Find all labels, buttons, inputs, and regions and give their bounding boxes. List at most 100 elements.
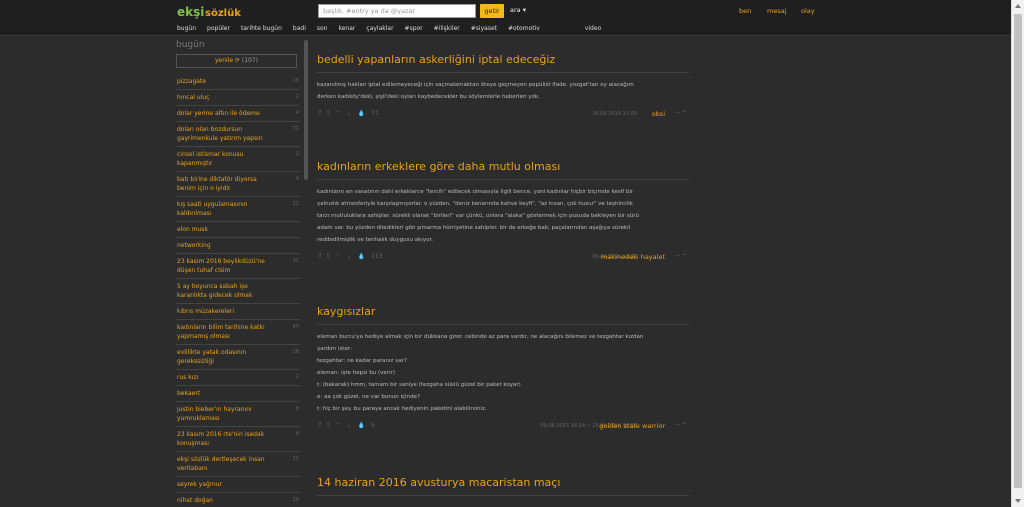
entry-author[interactable]: golden state warrior bbox=[599, 422, 665, 430]
entry-date[interactable]: 16.08.2015 11:00 bbox=[592, 111, 637, 117]
topic-count: 10 bbox=[292, 497, 299, 503]
more-options-icon[interactable]: ··· ⌃ bbox=[674, 253, 687, 260]
topic-title: hıncal uluç bbox=[177, 94, 210, 101]
page-scrollbar[interactable] bbox=[1011, 0, 1024, 507]
entry-line: kadınların en vasatının dahi erkeklerce … bbox=[317, 189, 634, 195]
downvote-icon[interactable]: ⌄ bbox=[347, 422, 352, 429]
nav-tarihte-bugun[interactable]: tarihte bugün bbox=[241, 25, 282, 32]
nav-siyaset[interactable]: #siyaset bbox=[471, 25, 497, 32]
nav-son[interactable]: son bbox=[317, 25, 328, 32]
sidebar: bugün yenile ⟳ (107) pizzagate 15 hıncal u… bbox=[176, 40, 300, 507]
link-ben[interactable]: ben bbox=[739, 7, 751, 15]
entry-footer: f t ⌃ ⌄ 💧 113 09.04.2016 11:22 makinedeki hayal… bbox=[317, 252, 689, 264]
entry: kadınların erkeklere göre daha mutlu olm… bbox=[317, 160, 689, 264]
favorite-icon[interactable]: 💧 bbox=[358, 253, 365, 260]
twitter-icon[interactable]: t bbox=[327, 110, 329, 117]
nav-video[interactable]: video bbox=[585, 25, 601, 32]
entry-line: t: hiç bir şey. bu paraya ancak hediyeni… bbox=[317, 406, 487, 412]
sidebar-topic[interactable]: 5 ay boyunca sabah işe karanlıkta gidece… bbox=[176, 279, 300, 304]
entry-author[interactable]: makinedeki hayalet bbox=[601, 253, 665, 261]
favorite-count: 113 bbox=[371, 253, 383, 260]
entry-line: yalnızlık atmosferiyle karşılaşmıyorlar.… bbox=[317, 201, 633, 207]
sidebar-title: bugün bbox=[176, 40, 205, 50]
sidebar-topic[interactable]: cinsel istismar konusu kapanmıştır 2 bbox=[176, 147, 300, 172]
sidebar-topic[interactable]: rus kızı 2 bbox=[176, 370, 300, 386]
sidebar-topic[interactable]: elon musk bbox=[176, 222, 300, 238]
sidebar-topic[interactable]: pizzagate 15 bbox=[176, 74, 300, 90]
nav-otomotiv[interactable]: #otomotiv bbox=[508, 25, 540, 32]
sidebar-topic[interactable]: kadınların bilim tarihine katkı yapmamış… bbox=[176, 320, 300, 345]
nav-badi[interactable]: badi bbox=[293, 25, 306, 32]
twitter-icon[interactable]: t bbox=[327, 422, 329, 429]
entry-title[interactable]: kadınların erkeklere göre daha mutlu olm… bbox=[317, 160, 689, 180]
entry-actions: f t ⌃ ⌄ 💧 5 bbox=[319, 422, 381, 429]
entry-title[interactable]: 14 haziran 2016 avusturya macaristan maç… bbox=[317, 476, 689, 496]
sidebar-topic[interactable]: evlilikte yatak odasının gerekssizliği 18 bbox=[176, 345, 300, 370]
sidebar-topic[interactable]: bekaert bbox=[176, 386, 300, 402]
entry-line: reddedilmişlik ve tenhalık duygusu akıyo… bbox=[317, 237, 433, 243]
entry-title[interactable]: kaygısızlar bbox=[317, 305, 689, 325]
topic-title: batı birine diktatör diyorsa benim için … bbox=[177, 176, 257, 192]
sidebar-topic[interactable]: nihat doğan 10 bbox=[176, 493, 300, 507]
sidebar-scrollbar[interactable] bbox=[304, 40, 308, 180]
topic-title: networking bbox=[177, 242, 211, 249]
sidebar-topic[interactable]: 23 kasım 2016 rte'nin isedak konuşması 4 bbox=[176, 427, 300, 452]
nav-spor[interactable]: #spor bbox=[405, 25, 423, 32]
downvote-icon[interactable]: ⌄ bbox=[347, 253, 352, 260]
sidebar-topic[interactable]: justin bieber'ın hayranını yumruklaması 8 bbox=[176, 402, 300, 427]
topic-count: 71 bbox=[292, 126, 299, 132]
entry-title[interactable]: bedelli yapanların askerliğini iptal ede… bbox=[317, 53, 689, 73]
nav-kenar[interactable]: kenar bbox=[338, 25, 355, 32]
refresh-button[interactable]: yenile ⟳ (107) bbox=[176, 54, 297, 68]
search-button[interactable]: getir bbox=[480, 4, 504, 18]
entry-content: kazanılmış hakları iptal edilemeyeceği i… bbox=[317, 79, 689, 103]
search-menu-dropdown[interactable]: ara ▾ bbox=[510, 6, 526, 14]
upvote-icon[interactable]: ⌃ bbox=[335, 253, 340, 260]
sidebar-topic[interactable]: doları olan bozdursun gayrimenkule yatır… bbox=[176, 122, 300, 147]
entry-line: yardım ister: bbox=[317, 346, 352, 352]
nav-caylaklar[interactable]: çaylaklar bbox=[366, 25, 393, 32]
more-options-icon[interactable]: ··· ⌃ bbox=[674, 110, 687, 117]
sidebar-topic[interactable]: hıncal uluç 2 bbox=[176, 90, 300, 106]
downvote-icon[interactable]: ⌄ bbox=[347, 110, 352, 117]
topic-count: 4 bbox=[295, 176, 299, 182]
facebook-icon[interactable]: f bbox=[319, 422, 321, 429]
upvote-icon[interactable]: ⌃ bbox=[335, 110, 340, 117]
scroll-down-icon[interactable] bbox=[1015, 499, 1021, 503]
nav-iliskiler[interactable]: #ilişkiler bbox=[434, 25, 460, 32]
site-logo[interactable]: ekşi sözlük bbox=[176, 2, 246, 20]
sidebar-topic[interactable]: ekşi sözlük dertleşecek insan veritabanı… bbox=[176, 452, 300, 477]
link-olay[interactable]: olay bbox=[801, 7, 815, 15]
nav-populer[interactable]: popüler bbox=[207, 25, 230, 32]
topic-count: 15 bbox=[292, 78, 299, 84]
link-mesaj[interactable]: mesaj bbox=[767, 7, 787, 15]
sidebar-topic[interactable]: kıbrıs müzakereleri bbox=[176, 304, 300, 320]
favorite-icon[interactable]: 💧 bbox=[358, 422, 365, 429]
twitter-icon[interactable]: t bbox=[327, 253, 329, 260]
entry-author[interactable]: obsi bbox=[652, 110, 665, 118]
topic-title: kış saati uygulamasının kaldırılması bbox=[177, 201, 248, 217]
sidebar-topic[interactable]: 23 kasım 2016 beylikdüzü'ne düşen tuhaf … bbox=[176, 254, 300, 279]
facebook-icon[interactable]: f bbox=[319, 253, 321, 260]
entry-actions: f t ⌃ ⌄ 💧 113 bbox=[319, 253, 388, 260]
entry: 14 haziran 2016 avusturya macaristan maç… bbox=[317, 476, 689, 496]
sidebar-topic[interactable]: kış saati uygulamasının kaldırılması 11 bbox=[176, 197, 300, 222]
topic-count: 47 bbox=[292, 324, 299, 330]
sidebar-topic[interactable]: networking bbox=[176, 238, 300, 254]
search-input[interactable]: başlık, #entry ya da @yazar bbox=[318, 4, 476, 18]
sidebar-topic[interactable]: dolar yerine altın ile ödeme 4 bbox=[176, 106, 300, 122]
scroll-thumb[interactable] bbox=[1014, 14, 1022, 488]
scroll-up-icon[interactable] bbox=[1015, 4, 1021, 8]
topic-count: 2 bbox=[295, 374, 299, 380]
more-options-icon[interactable]: ··· ⌃ bbox=[674, 422, 687, 429]
upvote-icon[interactable]: ⌃ bbox=[335, 422, 340, 429]
topic-title: dolar yerine altın ile ödeme bbox=[177, 110, 260, 117]
sidebar-topic[interactable]: batı birine diktatör diyorsa benim için … bbox=[176, 172, 300, 197]
topic-count: 4 bbox=[295, 431, 299, 437]
topic-count: 11 bbox=[292, 201, 299, 207]
sidebar-topic[interactable]: seyrek yağmur bbox=[176, 477, 300, 493]
nav-bugun[interactable]: bugün bbox=[177, 25, 196, 32]
topic-title: doları olan bozdursun gayrimenkule yatır… bbox=[177, 126, 263, 142]
facebook-icon[interactable]: f bbox=[319, 110, 321, 117]
favorite-icon[interactable]: 💧 bbox=[358, 110, 365, 117]
